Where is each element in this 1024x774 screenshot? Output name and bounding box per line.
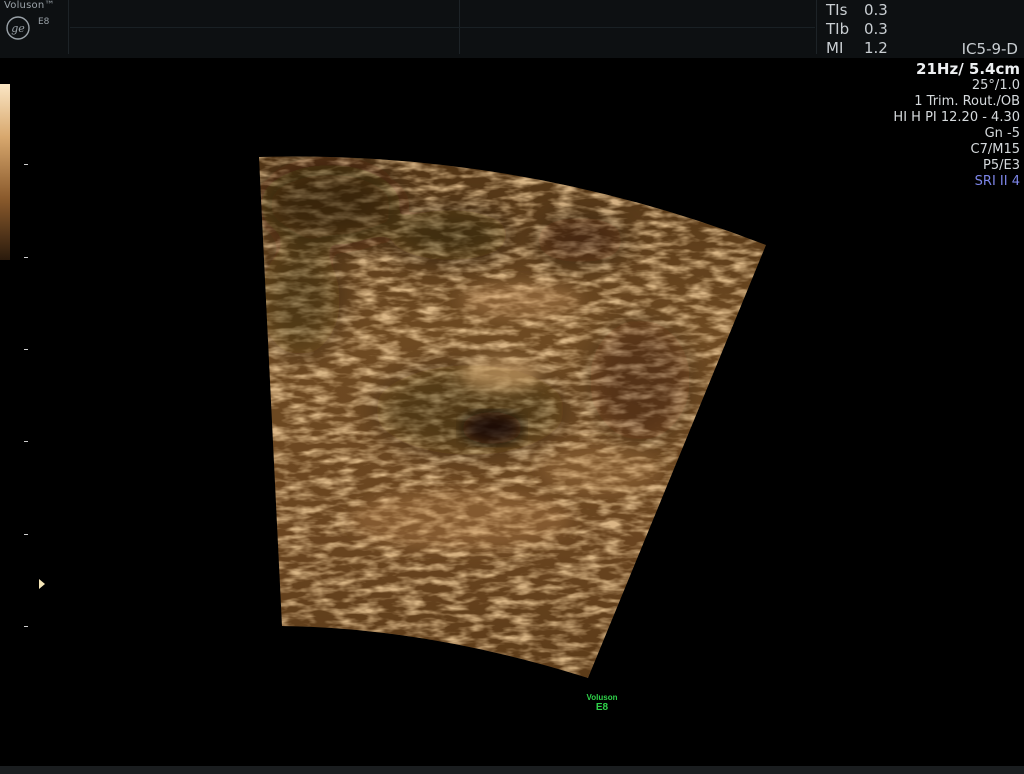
- watermark-brand: Voluson: [586, 693, 618, 702]
- bottom-strip: [0, 766, 1024, 774]
- mechanical-index: MI 1.2: [826, 39, 896, 57]
- frame-rate-depth: 21Hz/ 5.4cm: [916, 60, 1020, 78]
- ultrasound-screen: Voluson™ ge E8 TIs 0.3 TIb 0.3 MI 1.2 IC…: [0, 0, 1024, 774]
- index-label: TIs: [826, 1, 848, 19]
- device-watermark: Voluson E8: [574, 693, 630, 714]
- thermal-index-soft: TIs 0.3: [826, 1, 896, 19]
- depth-tick: [24, 534, 28, 535]
- focus-marker-icon: [39, 579, 45, 589]
- ge-logo-icon: ge: [6, 16, 30, 40]
- sector-angle: 25°/1.0: [971, 78, 1020, 93]
- index-value: 0.3: [864, 1, 888, 19]
- depth-tick: [24, 441, 28, 442]
- preset-label: 1 Trim. Rout./OB: [914, 94, 1020, 109]
- persistence-enhance: P5/E3: [983, 158, 1020, 173]
- probe-name: IC5-9-D: [961, 40, 1018, 58]
- imaging-parameters-panel: 21Hz/ 5.4cm 25°/1.0 1 Trim. Rout./OB HI …: [893, 60, 1020, 190]
- top-status-bar: Voluson™ ge E8 TIs 0.3 TIb 0.3 MI 1.2 IC…: [0, 0, 1024, 58]
- index-label: MI: [826, 39, 844, 57]
- watermark-model: E8: [595, 702, 609, 713]
- depth-tick: [24, 257, 28, 258]
- model-name: E8: [38, 17, 50, 27]
- sri-level: SRI II 4: [974, 174, 1020, 189]
- index-value: 1.2: [864, 39, 888, 57]
- contrast-map: C7/M15: [970, 142, 1021, 157]
- bar-divider: [816, 0, 817, 54]
- depth-tick: [24, 626, 28, 627]
- index-value: 0.3: [864, 20, 888, 38]
- bar-divider: [70, 27, 815, 28]
- depth-tick: [24, 349, 28, 350]
- index-label: TIb: [826, 20, 850, 38]
- ultrasound-sector: [259, 156, 766, 679]
- ultrasound-image: [259, 156, 766, 679]
- depth-tick: [24, 164, 28, 165]
- harmonic-frequency: HI H PI 12.20 - 4.30: [893, 110, 1020, 125]
- gray-scale-bar: [0, 84, 10, 260]
- gain-value: Gn -5: [984, 126, 1020, 141]
- brand-name: Voluson™: [4, 0, 55, 11]
- thermal-index-bone: TIb 0.3: [826, 20, 896, 38]
- bar-divider: [68, 0, 69, 54]
- svg-text:ge: ge: [11, 22, 25, 35]
